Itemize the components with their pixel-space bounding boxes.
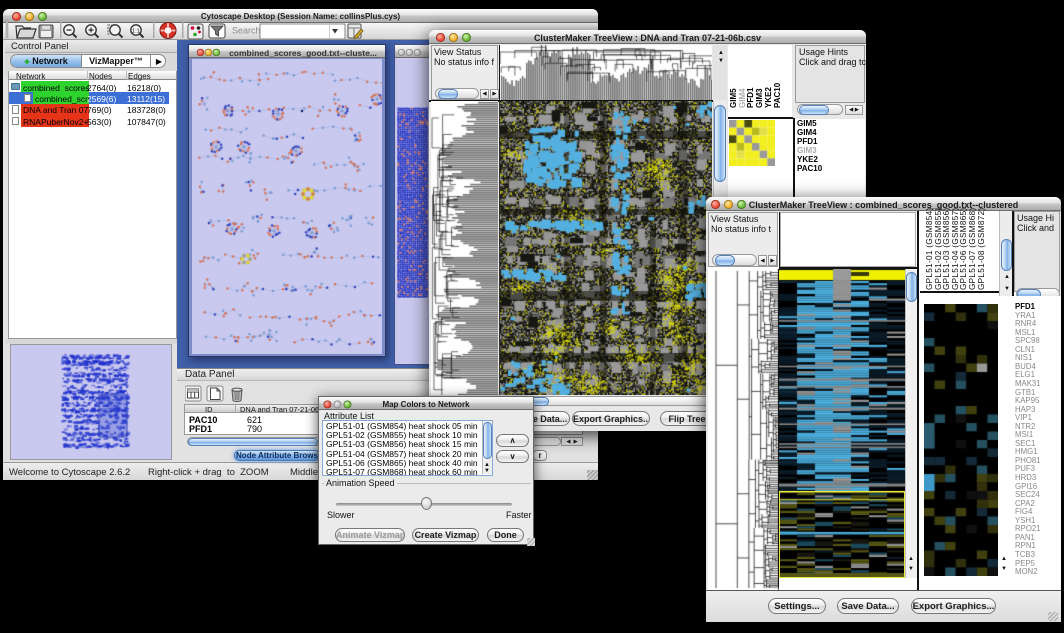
svg-text:Search:: Search:	[232, 26, 263, 36]
svg-text:1:1: 1:1	[132, 29, 140, 35]
